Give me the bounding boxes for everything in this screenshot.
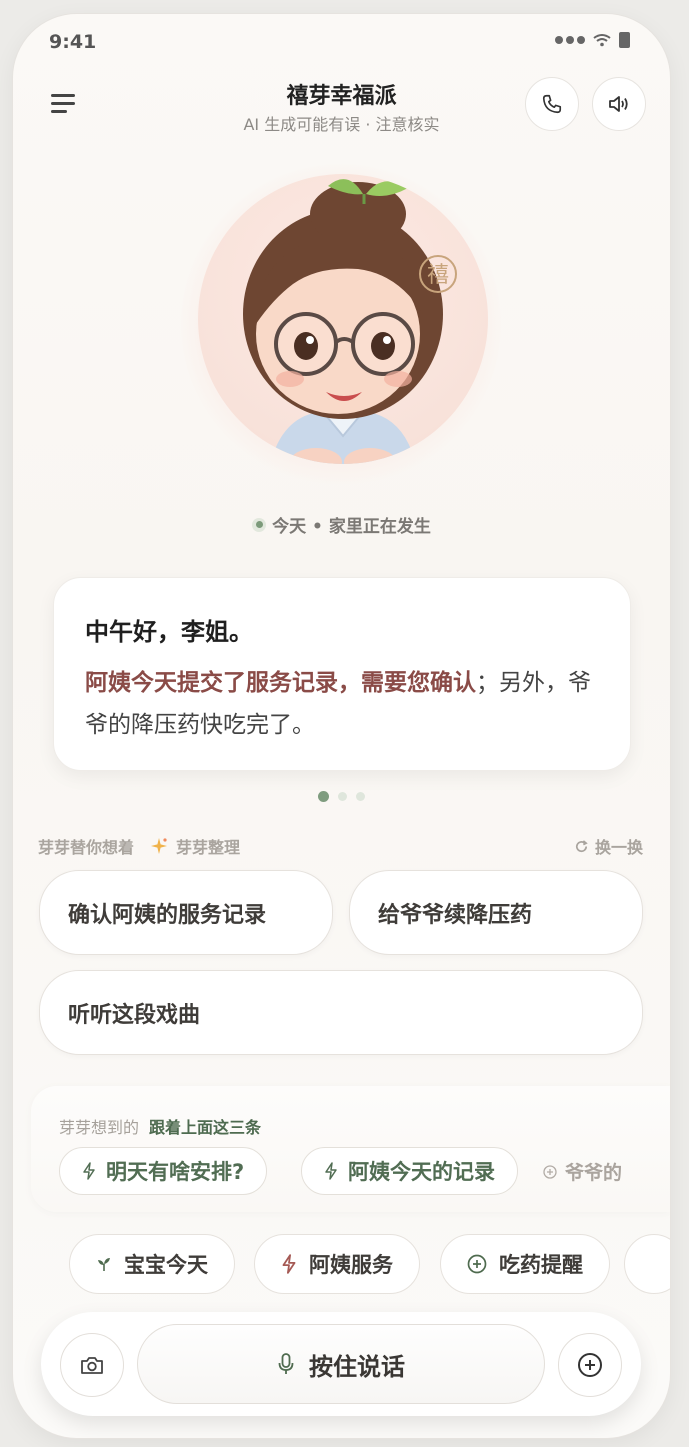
phone-icon: [542, 94, 562, 114]
add-button[interactable]: [558, 1333, 622, 1397]
greeting-body: 阿姨今天提交了服务记录，需要您确认；另外，爷爷的降压药快吃完了。: [85, 662, 605, 746]
refresh-label: 换一换: [594, 838, 643, 857]
related-label: 芽芽想到的: [59, 1118, 140, 1137]
quick-medicine-reminder[interactable]: 吃药提醒: [440, 1234, 610, 1294]
refresh-button[interactable]: 换一换: [574, 834, 643, 858]
suggestion-listen-opera[interactable]: 听听这段戏曲: [39, 970, 643, 1055]
today-indicator: 今天 • 家里正在发生: [13, 512, 670, 537]
related-header: 芽芽想到的 跟着上面这三条: [59, 1114, 261, 1138]
chip-grandpa[interactable]: 爷爷的: [543, 1158, 622, 1185]
avatar[interactable]: 禧: [198, 174, 488, 464]
input-bar: 按住说话: [41, 1312, 641, 1416]
battery-icon: [619, 32, 630, 48]
quick-more-partial[interactable]: [624, 1234, 670, 1294]
chip-label: 明天有啥安排?: [106, 1160, 245, 1184]
live-dot-icon: [252, 517, 267, 532]
bolt-icon: [325, 1162, 337, 1180]
suggestions-title: 芽芽替你想着: [38, 838, 135, 857]
phone-frame: 9:41 禧芽幸福派 AI 生成可能有误 · 注意核实 禧 今天 • 家里正在发…: [13, 14, 670, 1438]
bolt-icon: [282, 1254, 296, 1274]
sprout-icon: [98, 1258, 110, 1271]
suggestions-header: 芽芽替你想着 芽芽整理: [38, 834, 240, 858]
suggestion-refill-medicine[interactable]: 给爷爷续降压药: [349, 870, 643, 955]
greeting-card[interactable]: 中午好，李姐。 阿姨今天提交了服务记录，需要您确认；另外，爷爷的降压药快吃完了。: [53, 577, 631, 771]
plus-circle-icon: [467, 1254, 487, 1274]
chip-aunt-record[interactable]: 阿姨今天的记录: [301, 1147, 518, 1195]
status-time: 9:41: [49, 31, 97, 53]
greeting-title: 中午好，李姐。: [85, 618, 253, 646]
speaker-button[interactable]: [592, 77, 646, 131]
plus-circle-icon: [578, 1353, 602, 1377]
quick-label: 吃药提醒: [499, 1253, 583, 1277]
hold-to-talk-button[interactable]: 按住说话: [137, 1324, 545, 1404]
signal-icon: [555, 36, 585, 44]
refresh-icon: [576, 839, 588, 852]
today-label: 今天 • 家里正在发生: [272, 517, 431, 537]
quick-baby-today[interactable]: 宝宝今天: [69, 1234, 235, 1294]
suggestions-tag: 芽芽整理: [176, 838, 241, 857]
suggestion-label: 给爷爷续降压药: [378, 902, 533, 928]
microphone-icon: [278, 1353, 294, 1374]
quick-label: 阿姨服务: [309, 1253, 393, 1277]
suggestion-label: 确认阿姨的服务记录: [68, 902, 267, 928]
plus-circle-icon: [543, 1164, 557, 1179]
quick-aunt-service[interactable]: 阿姨服务: [254, 1234, 420, 1294]
call-button[interactable]: [525, 77, 579, 131]
pager-dot[interactable]: [356, 792, 365, 801]
related-panel: 芽芽想到的 跟着上面这三条 明天有啥安排? 阿姨今天的记录 爷爷的: [31, 1086, 670, 1212]
greeting-highlight[interactable]: 阿姨今天提交了服务记录，需要您确认: [85, 670, 476, 696]
camera-button[interactable]: [60, 1333, 124, 1397]
bolt-icon: [83, 1162, 95, 1180]
suggestion-confirm-record[interactable]: 确认阿姨的服务记录: [39, 870, 333, 955]
chip-tomorrow-plan[interactable]: 明天有啥安排?: [59, 1147, 268, 1195]
chip-label: 爷爷的: [565, 1162, 623, 1184]
speaker-icon: [609, 96, 628, 112]
talk-label: 按住说话: [309, 1352, 405, 1381]
suggestion-label: 听听这段戏曲: [68, 1002, 201, 1028]
wifi-icon: [593, 34, 611, 47]
quick-label: 宝宝今天: [124, 1253, 208, 1277]
avatar-badge-char: 禧: [427, 263, 449, 288]
status-icons: [555, 32, 630, 48]
pager-dot-active[interactable]: [318, 791, 329, 802]
card-pager[interactable]: [13, 791, 670, 802]
sparkle-icon: [151, 838, 168, 854]
avatar-illustration: 禧: [243, 179, 457, 464]
pager-dot[interactable]: [338, 792, 347, 801]
camera-icon: [81, 1357, 103, 1374]
related-label-strong: 跟着上面这三条: [149, 1118, 262, 1137]
chip-label: 阿姨今天的记录: [348, 1160, 495, 1184]
